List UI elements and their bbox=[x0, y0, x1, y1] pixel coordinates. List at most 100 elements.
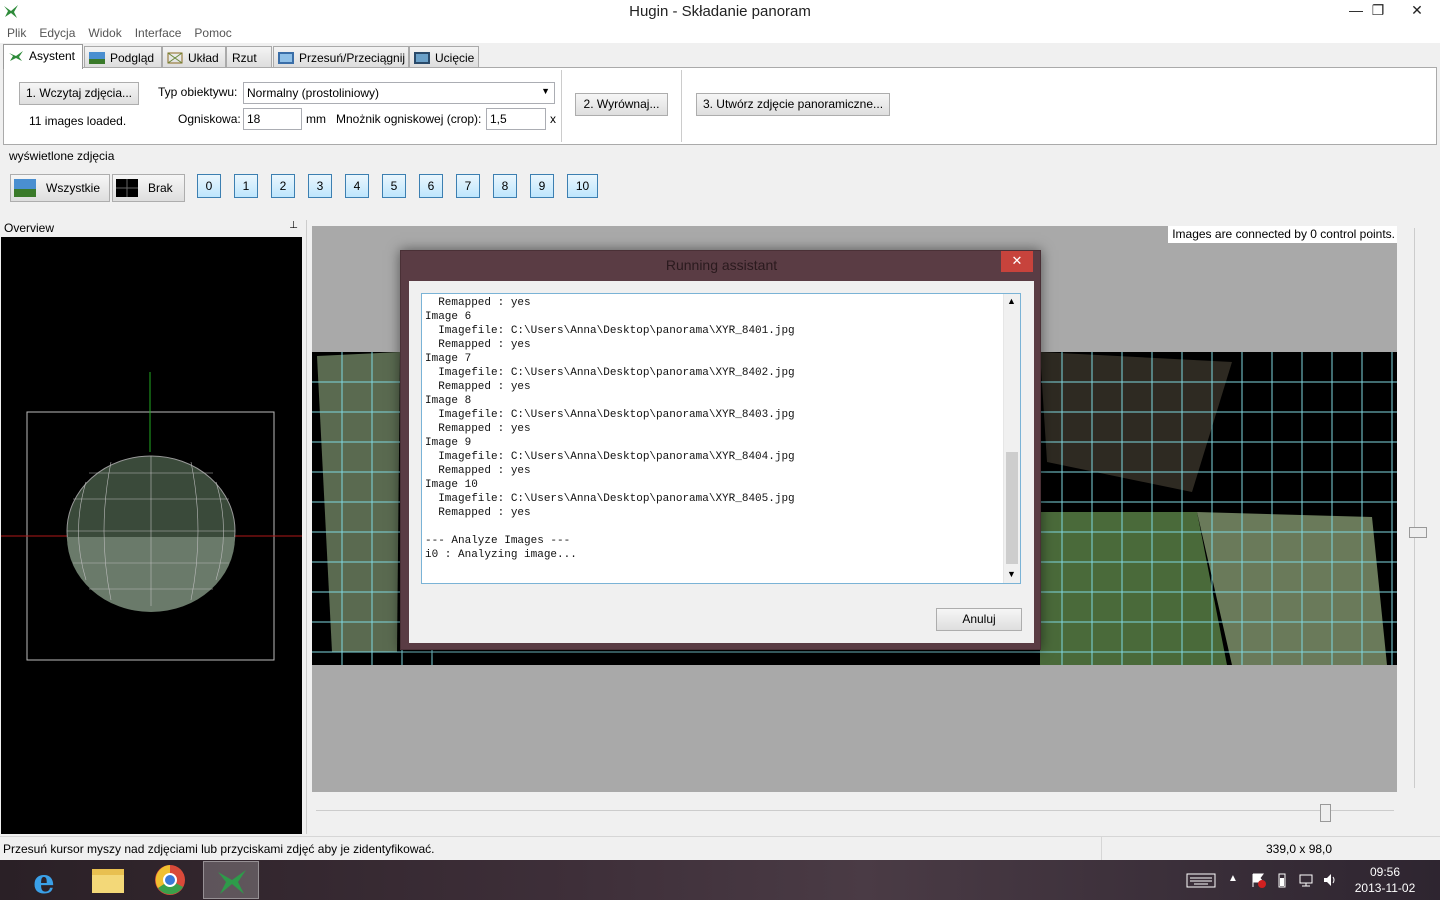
vertical-slider-track[interactable] bbox=[1414, 228, 1418, 788]
displayed-images-panel: wyświetlone zdjęcia Wszystkie Brak 0 1 2… bbox=[0, 145, 1440, 215]
running-assistant-dialog: Running assistant ✕ Remapped : yes Image… bbox=[400, 250, 1041, 650]
tab-layout[interactable]: Układ bbox=[162, 46, 226, 68]
overview-header: Overview ⊥ bbox=[0, 220, 302, 237]
crop-factor-label: Mnożnik ogniskowej (crop): bbox=[336, 112, 482, 126]
taskbar-clock[interactable]: 09:56 2013-11-02 bbox=[1350, 864, 1420, 896]
crop-factor-input[interactable]: 1,5 bbox=[486, 108, 546, 130]
file-explorer-icon[interactable] bbox=[80, 861, 136, 899]
close-window-button[interactable]: ✕ bbox=[1400, 0, 1434, 22]
image-tile bbox=[1040, 512, 1227, 665]
image-toggle-1[interactable]: 1 bbox=[234, 174, 258, 198]
layout-icon bbox=[167, 52, 183, 64]
no-images-icon bbox=[116, 179, 138, 197]
image-tile bbox=[1197, 512, 1387, 665]
svg-text:e: e bbox=[33, 862, 55, 899]
lens-type-value: Normalny (prostoliniowy) bbox=[247, 86, 380, 100]
status-dimensions: 339,0 x 98,0 bbox=[1266, 842, 1333, 856]
window-title: Hugin - Składanie panoram bbox=[629, 3, 811, 20]
image-toggle-5[interactable]: 5 bbox=[382, 174, 406, 198]
tab-label: Przesuń/Przeciągnij bbox=[299, 51, 406, 65]
action-center-icon[interactable] bbox=[1250, 872, 1266, 888]
load-images-button[interactable]: 1. Wczytaj zdjęcia... bbox=[19, 82, 139, 105]
image-tile bbox=[1040, 352, 1232, 492]
tab-crop[interactable]: Ucięcie bbox=[409, 46, 479, 68]
image-toggle-0[interactable]: 0 bbox=[197, 174, 221, 198]
clock-time: 09:56 bbox=[1369, 865, 1401, 879]
image-toggle-8[interactable]: 8 bbox=[493, 174, 517, 198]
focal-length-label: Ogniskowa: bbox=[178, 112, 241, 126]
focal-unit-label: mm bbox=[306, 112, 326, 126]
battery-icon[interactable] bbox=[1274, 872, 1290, 888]
horizontal-slider-thumb[interactable] bbox=[1320, 804, 1331, 822]
title-bar: Hugin - Składanie panoram — ❐ ✕ bbox=[0, 0, 1440, 23]
panosphere-view[interactable] bbox=[1, 237, 302, 834]
image-toggle-7[interactable]: 7 bbox=[456, 174, 480, 198]
images-loaded-text: 11 images loaded. bbox=[29, 114, 127, 128]
tab-label: Ucięcie bbox=[435, 51, 475, 65]
tab-projection[interactable]: Rzut bbox=[226, 46, 272, 68]
tab-preview[interactable]: Podgląd bbox=[84, 46, 162, 68]
landscape-icon bbox=[89, 52, 105, 64]
internet-explorer-icon[interactable]: e bbox=[16, 861, 72, 900]
displayed-images-label: wyświetlone zdjęcia bbox=[9, 149, 115, 163]
show-none-label: Brak bbox=[148, 181, 173, 195]
show-all-button[interactable]: Wszystkie bbox=[10, 174, 110, 202]
lens-type-select[interactable]: Normalny (prostoliniowy) ▼ bbox=[243, 82, 555, 104]
hugin-taskbar-icon[interactable] bbox=[203, 861, 259, 899]
cancel-button[interactable]: Anuluj bbox=[936, 608, 1022, 631]
image-toggle-3[interactable]: 3 bbox=[308, 174, 332, 198]
overview-title: Overview bbox=[4, 221, 55, 235]
pin-icon[interactable]: ⊥ bbox=[289, 220, 298, 231]
assistant-panel: 1. Wczytaj zdjęcia... 11 images loaded. … bbox=[3, 67, 1437, 145]
chevron-up-icon[interactable]: ▲ bbox=[1007, 296, 1016, 306]
keyboard-icon[interactable] bbox=[1186, 873, 1216, 888]
restore-button[interactable]: ❐ bbox=[1361, 0, 1395, 22]
status-separator bbox=[1101, 837, 1102, 860]
tab-label: Podgląd bbox=[110, 51, 155, 65]
crop-icon bbox=[414, 52, 430, 64]
show-none-button[interactable]: Brak bbox=[112, 174, 185, 202]
chevron-down-icon[interactable]: ▼ bbox=[1007, 569, 1016, 579]
menu-bar: Plik Edycja Widok Interface Pomoc bbox=[0, 23, 1440, 43]
show-hidden-icons-icon[interactable]: ▲ bbox=[1228, 873, 1238, 884]
volume-icon[interactable] bbox=[1322, 872, 1338, 888]
dialog-body: Remapped : yes Image 6 Imagefile: C:\Use… bbox=[409, 281, 1034, 643]
create-panorama-button[interactable]: 3. Utwórz zdjęcie panoramiczne... bbox=[696, 93, 890, 116]
menu-edit[interactable]: Edycja bbox=[32, 23, 81, 40]
tab-label: Układ bbox=[188, 51, 219, 65]
tab-assistant[interactable]: Asystent bbox=[3, 44, 83, 69]
log-output[interactable]: Remapped : yes Image 6 Imagefile: C:\Use… bbox=[421, 293, 1021, 584]
show-all-label: Wszystkie bbox=[46, 181, 100, 195]
move-drag-icon bbox=[278, 52, 294, 64]
dialog-close-button[interactable]: ✕ bbox=[1001, 251, 1033, 272]
dialog-title: Running assistant bbox=[665, 257, 778, 273]
tab-label: Rzut bbox=[232, 51, 257, 65]
lens-type-label: Typ obiektywu: bbox=[158, 85, 238, 99]
crop-unit-label: x bbox=[550, 112, 556, 126]
image-toggle-2[interactable]: 2 bbox=[271, 174, 295, 198]
focal-length-input[interactable]: 18 bbox=[243, 108, 302, 130]
image-toggle-10[interactable]: 10 bbox=[567, 174, 598, 198]
menu-interface[interactable]: Interface bbox=[128, 23, 188, 40]
tab-label: Asystent bbox=[29, 49, 76, 63]
tab-move-drag[interactable]: Przesuń/Przeciągnij bbox=[273, 46, 409, 68]
overview-panel[interactable] bbox=[1, 237, 302, 834]
menu-file[interactable]: Plik bbox=[0, 23, 32, 40]
align-button[interactable]: 2. Wyrównaj... bbox=[575, 93, 668, 116]
network-icon[interactable] bbox=[1298, 872, 1314, 888]
separator bbox=[561, 70, 562, 142]
scrollbar-thumb[interactable] bbox=[1006, 452, 1018, 564]
menu-help[interactable]: Pomoc bbox=[187, 23, 237, 40]
log-text: Remapped : yes Image 6 Imagefile: C:\Use… bbox=[425, 297, 795, 561]
image-toggle-9[interactable]: 9 bbox=[530, 174, 554, 198]
hugin-icon bbox=[9, 51, 23, 61]
log-scrollbar[interactable]: ▲ ▼ bbox=[1003, 294, 1020, 583]
horizontal-slider-track[interactable] bbox=[316, 810, 1394, 813]
image-toggle-6[interactable]: 6 bbox=[419, 174, 443, 198]
all-images-icon bbox=[14, 179, 36, 197]
menu-view[interactable]: Widok bbox=[81, 23, 127, 40]
vertical-slider-thumb[interactable] bbox=[1409, 527, 1427, 538]
image-toggle-4[interactable]: 4 bbox=[345, 174, 369, 198]
tab-bar: Asystent Podgląd Układ Rzut Przesuń/Prze… bbox=[0, 44, 1440, 69]
chrome-icon[interactable] bbox=[142, 861, 198, 899]
